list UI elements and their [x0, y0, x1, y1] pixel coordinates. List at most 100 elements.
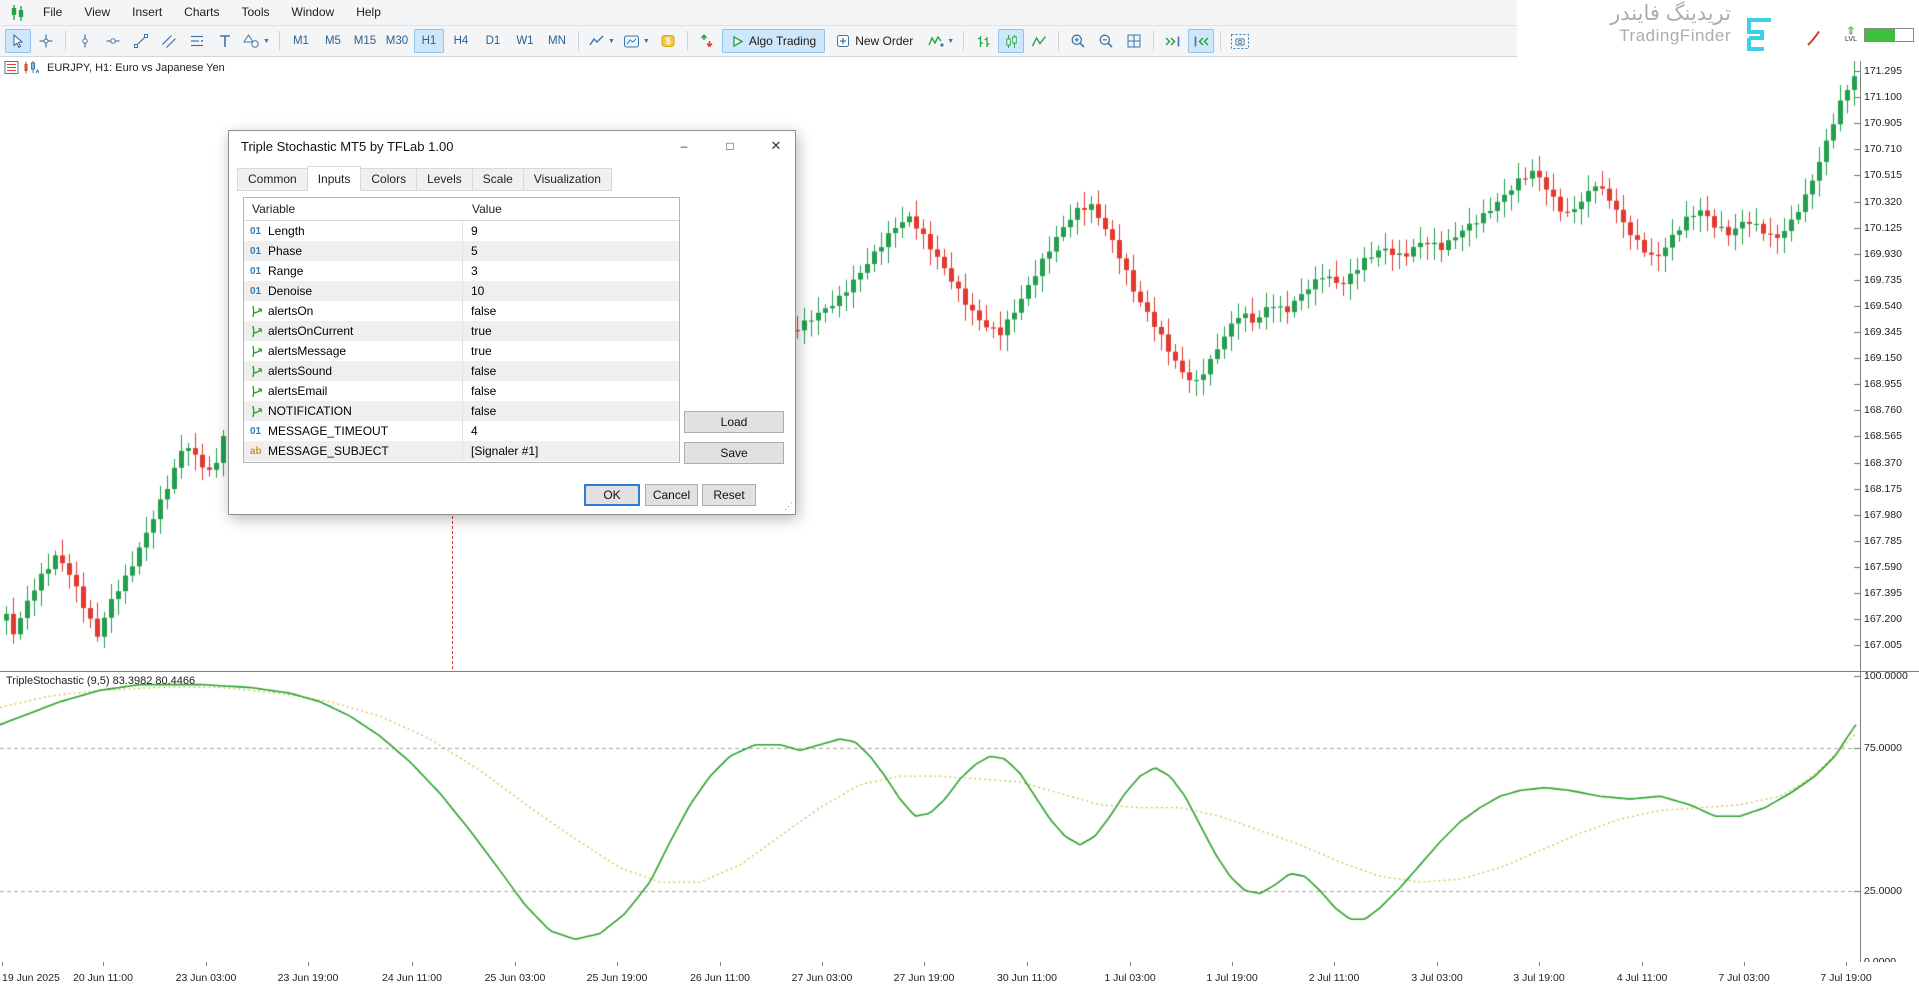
brand-text-english: TradingFinder: [1610, 26, 1731, 46]
time-axis-tick: [720, 962, 721, 966]
trendline-tool-button[interactable]: [128, 29, 154, 53]
timeframe-w1[interactable]: W1: [510, 29, 540, 53]
param-row-alertsoncurrent[interactable]: alertsOnCurrenttrue: [244, 321, 679, 341]
channel-tool-button[interactable]: [156, 29, 182, 53]
time-axis-tick: [206, 962, 207, 966]
param-value[interactable]: 5: [471, 244, 478, 258]
param-value[interactable]: true: [471, 324, 492, 338]
tab-scale[interactable]: Scale: [472, 168, 524, 191]
menu-window[interactable]: Window: [281, 0, 346, 25]
timeframe-m15[interactable]: M15: [350, 29, 380, 53]
param-row-range[interactable]: 01Range3: [244, 261, 679, 281]
param-value[interactable]: false: [471, 304, 496, 318]
param-row-message_timeout[interactable]: 01MESSAGE_TIMEOUT4: [244, 421, 679, 441]
menu-charts[interactable]: Charts: [173, 0, 230, 25]
grid-toggle-button[interactable]: [1121, 29, 1147, 53]
param-row-alertson[interactable]: alertsOnfalse: [244, 301, 679, 321]
line-chart-style-button[interactable]: [1026, 29, 1052, 53]
dialog-minimize-button[interactable]: –: [669, 135, 699, 156]
param-value[interactable]: 10: [471, 284, 484, 298]
crosshair-tool-button[interactable]: [33, 29, 59, 53]
currency-icon-button[interactable]: $: [655, 29, 681, 53]
param-value[interactable]: false: [471, 364, 496, 378]
buy-sell-arrows-icon[interactable]: [694, 29, 720, 53]
timeframe-mn[interactable]: MN: [542, 29, 572, 53]
timeframe-h1[interactable]: H1: [414, 29, 444, 53]
timeframe-h4[interactable]: H4: [446, 29, 476, 53]
time-axis[interactable]: 19 Jun 202520 Jun 11:0023 Jun 03:0023 Ju…: [0, 962, 1919, 996]
cursor-tool-button[interactable]: [5, 29, 31, 53]
price-axis-label: 167.785: [1864, 535, 1902, 547]
param-row-notification[interactable]: NOTIFICATION false: [244, 401, 679, 421]
param-row-phase[interactable]: 01Phase5: [244, 241, 679, 261]
numeric-input-icon: 01: [250, 286, 268, 297]
tab-common[interactable]: Common: [237, 168, 308, 191]
screenshot-button[interactable]: [1227, 29, 1253, 53]
dialog-title-bar[interactable]: Triple Stochastic MT5 by TFLab 1.00: [229, 131, 795, 161]
param-name: Range: [268, 264, 303, 278]
panel-splitter[interactable]: [0, 671, 1919, 672]
dialog-resize-grip[interactable]: ⋰: [784, 501, 793, 512]
bar-chart-style-button[interactable]: [970, 29, 996, 53]
algo-trading-button[interactable]: Algo Trading: [722, 29, 825, 53]
price-axis-label: 170.125: [1864, 222, 1902, 234]
chart-shift-button[interactable]: [1188, 29, 1214, 53]
cancel-button[interactable]: Cancel: [645, 484, 698, 506]
horizontal-line-tool-button[interactable]: [100, 29, 126, 53]
indicator-panel-canvas[interactable]: [0, 672, 1860, 962]
load-button[interactable]: Load: [684, 411, 784, 433]
param-value[interactable]: true: [471, 344, 492, 358]
auto-scroll-button[interactable]: [1160, 29, 1186, 53]
param-value[interactable]: [Signaler #1]: [471, 444, 538, 458]
fibonacci-tool-button[interactable]: [184, 29, 210, 53]
market-depth-icon[interactable]: [23, 60, 39, 75]
indicators-list-button[interactable]: ▼: [924, 29, 957, 53]
param-value[interactable]: 4: [471, 424, 478, 438]
reset-button[interactable]: Reset: [702, 484, 756, 506]
tab-visualization[interactable]: Visualization: [523, 168, 612, 191]
zoom-in-button[interactable]: [1065, 29, 1091, 53]
text-tool-button[interactable]: [212, 29, 238, 53]
zoom-out-button[interactable]: [1093, 29, 1119, 53]
param-row-alertsemail[interactable]: alertsEmail false: [244, 381, 679, 401]
time-axis-label: 23 Jun 03:00: [176, 972, 237, 984]
param-row-alertsmessage[interactable]: alertsMessagetrue: [244, 341, 679, 361]
param-name: NOTIFICATION: [268, 404, 352, 418]
menu-help[interactable]: Help: [345, 0, 392, 25]
menu-tools[interactable]: Tools: [231, 0, 281, 25]
tab-inputs[interactable]: Inputs: [307, 166, 362, 191]
save-button[interactable]: Save: [684, 442, 784, 464]
chart-style-line-button[interactable]: ▼: [585, 29, 618, 53]
time-axis-label: 19 Jun 2025: [2, 972, 60, 984]
chart-template-button[interactable]: ▼: [620, 29, 653, 53]
timeframe-m1[interactable]: M1: [286, 29, 316, 53]
dialog-maximize-button[interactable]: □: [715, 135, 745, 156]
shapes-tool-button[interactable]: ▼: [240, 29, 273, 53]
tab-colors[interactable]: Colors: [360, 168, 417, 191]
status-toggle[interactable]: [1864, 28, 1914, 42]
param-name: alertsEmail: [268, 384, 327, 398]
param-row-denoise[interactable]: 01Denoise10: [244, 281, 679, 301]
tab-levels[interactable]: Levels: [416, 168, 473, 191]
param-row-length[interactable]: 01Length9: [244, 221, 679, 241]
param-value[interactable]: false: [471, 404, 496, 418]
param-row-message_subject[interactable]: abMESSAGE_SUBJECT[Signaler #1]: [244, 441, 679, 461]
menu-insert[interactable]: Insert: [121, 0, 173, 25]
timeframe-m30[interactable]: M30: [382, 29, 412, 53]
param-value[interactable]: false: [471, 384, 496, 398]
ok-button[interactable]: OK: [584, 484, 640, 506]
time-axis-label: 3 Jul 19:00: [1513, 972, 1564, 984]
time-axis-label: 23 Jun 19:00: [278, 972, 339, 984]
param-value[interactable]: 3: [471, 264, 478, 278]
vertical-line-tool-button[interactable]: [72, 29, 98, 53]
new-order-button[interactable]: New Order: [827, 29, 922, 53]
quote-list-icon[interactable]: [4, 60, 19, 75]
dialog-close-button[interactable]: ✕: [761, 135, 791, 156]
timeframe-m5[interactable]: M5: [318, 29, 348, 53]
candlestick-style-button[interactable]: [998, 29, 1024, 53]
param-row-alertssound[interactable]: alertsSoundfalse: [244, 361, 679, 381]
param-value[interactable]: 9: [471, 224, 478, 238]
menu-view[interactable]: View: [73, 0, 121, 25]
timeframe-d1[interactable]: D1: [478, 29, 508, 53]
menu-file[interactable]: File: [32, 0, 73, 25]
